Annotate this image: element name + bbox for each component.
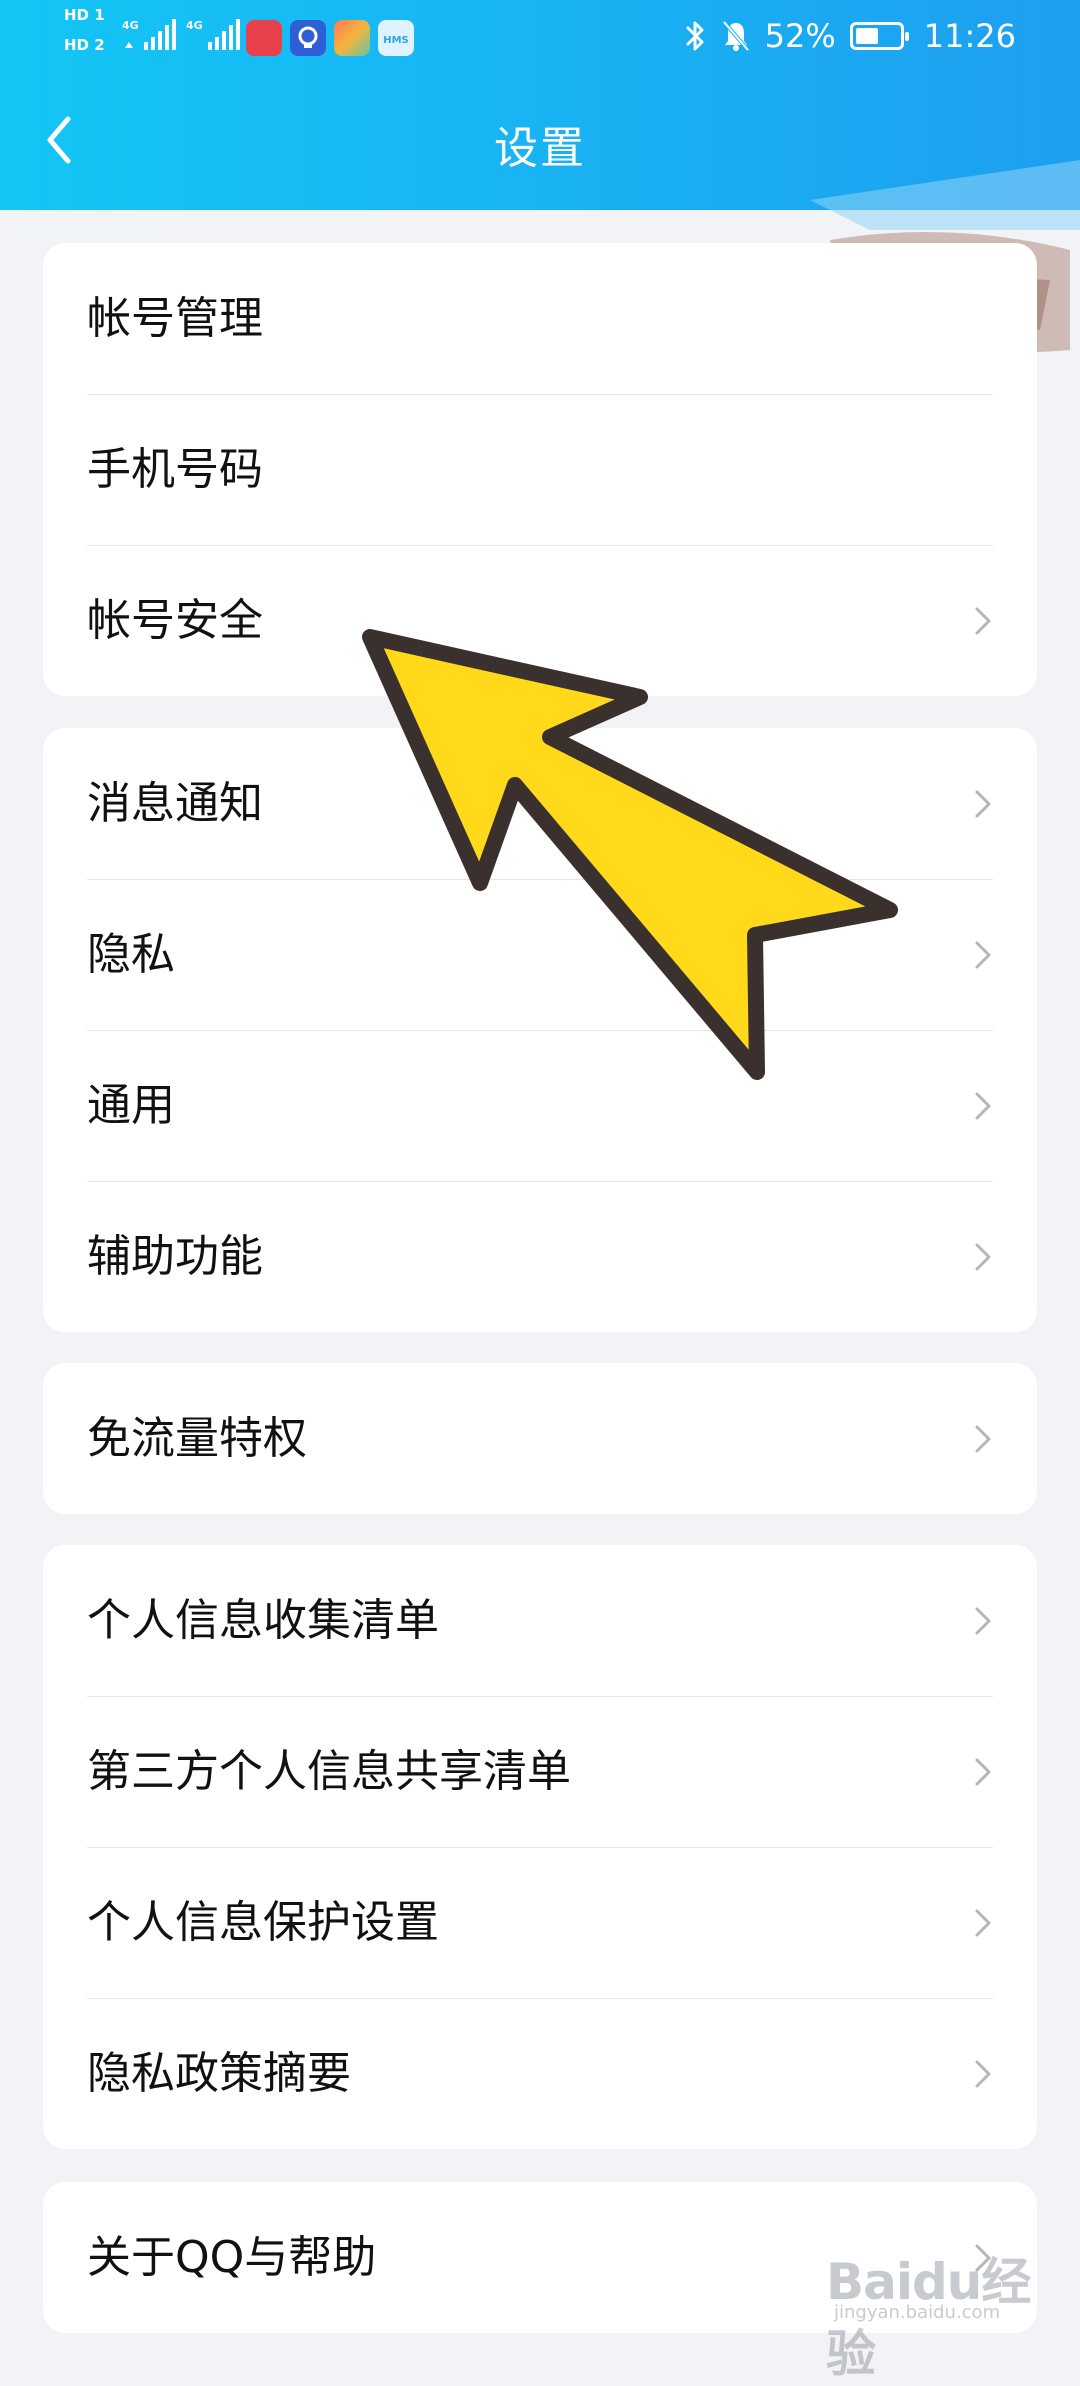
chevron-right-icon <box>975 1607 991 1635</box>
settings-item-label: 隐私 <box>87 929 175 980</box>
network2-label: 4G <box>186 19 203 32</box>
sim1-label: HD 1 <box>64 6 105 24</box>
chevron-right-icon <box>975 2244 991 2272</box>
settings-item-label: 通用 <box>87 1080 175 1131</box>
settings-group-personal-info: 个人信息收集清单 第三方个人信息共享清单 个人信息保护设置 隐私政策摘要 <box>43 1545 1037 2149</box>
hms-app-icon: HMS <box>378 20 414 56</box>
header-bar: HD 1 HD 2 4G 4G HMS 52% 11:26 设置 <box>0 0 1080 210</box>
hms-app-label: HMS <box>383 35 409 46</box>
status-bar: HD 1 HD 2 4G 4G HMS 52% 11:26 <box>0 0 1080 72</box>
clock: 11:26 <box>923 17 1016 55</box>
settings-item-notifications[interactable]: 消息通知 <box>43 728 1037 879</box>
settings-item-about-qq-help[interactable]: 关于QQ与帮助 <box>43 2182 1037 2333</box>
settings-item-accessibility[interactable]: 辅助功能 <box>43 1181 1037 1332</box>
settings-group-general: 消息通知 隐私 通用 辅助功能 <box>43 728 1037 1332</box>
settings-item-general[interactable]: 通用 <box>43 1030 1037 1181</box>
chevron-right-icon <box>975 1243 991 1271</box>
bulb-app-icon <box>290 20 326 56</box>
settings-group-data: 免流量特权 <box>43 1363 1037 1514</box>
battery-icon <box>849 22 909 50</box>
battery-fill <box>855 28 878 44</box>
sim-indicators: HD 1 HD 2 <box>64 6 116 66</box>
settings-item-phone-number[interactable]: 手机号码 <box>43 394 1037 545</box>
settings-item-label: 辅助功能 <box>87 1231 263 1282</box>
chevron-right-icon <box>975 1092 991 1120</box>
chevron-right-icon <box>975 607 991 635</box>
settings-item-label: 手机号码 <box>87 444 263 495</box>
settings-item-label: 个人信息收集清单 <box>87 1595 439 1646</box>
settings-item-account-management[interactable]: 帐号管理 <box>43 243 1037 394</box>
status-right-group: 52% 11:26 <box>685 14 1016 58</box>
battery-percent: 52% <box>764 17 836 55</box>
settings-item-privacy-policy-summary[interactable]: 隐私政策摘要 <box>43 1998 1037 2149</box>
chevron-right-icon <box>975 1909 991 1937</box>
settings-item-free-data[interactable]: 免流量特权 <box>43 1363 1037 1514</box>
chevron-right-icon <box>975 790 991 818</box>
settings-item-label: 关于QQ与帮助 <box>87 2232 377 2283</box>
bluetooth-icon <box>686 21 704 51</box>
settings-item-label: 个人信息保护设置 <box>87 1897 439 1948</box>
page-title: 设置 <box>494 123 586 174</box>
network1-label: 4G <box>122 19 139 32</box>
sim2-label: HD 2 <box>64 36 105 54</box>
colorful-app-icon <box>334 20 370 56</box>
settings-group-account: 帐号管理 手机号码 帐号安全 <box>43 243 1037 696</box>
settings-item-label: 帐号管理 <box>87 293 263 344</box>
settings-group-about: 关于QQ与帮助 <box>43 2182 1037 2333</box>
chevron-right-icon <box>975 1425 991 1453</box>
chevron-right-icon <box>975 941 991 969</box>
settings-item-third-party-sharing-list[interactable]: 第三方个人信息共享清单 <box>43 1696 1037 1847</box>
settings-item-label: 免流量特权 <box>87 1413 307 1464</box>
signal-strength-icon: 4G <box>186 19 240 50</box>
settings-item-label: 帐号安全 <box>87 595 263 646</box>
settings-item-privacy[interactable]: 隐私 <box>43 879 1037 1030</box>
settings-item-info-protection[interactable]: 个人信息保护设置 <box>43 1847 1037 1998</box>
huawei-app-icon <box>246 20 282 56</box>
settings-item-label: 消息通知 <box>87 778 263 829</box>
settings-item-info-collection-list[interactable]: 个人信息收集清单 <box>43 1545 1037 1696</box>
settings-item-label: 第三方个人信息共享清单 <box>87 1746 571 1797</box>
chevron-right-icon <box>975 1758 991 1786</box>
signal-strength-icon: 4G <box>122 19 176 50</box>
settings-item-account-security[interactable]: 帐号安全 <box>43 545 1037 696</box>
chevron-right-icon <box>975 2060 991 2088</box>
muted-bell-icon <box>722 20 750 52</box>
settings-item-label: 隐私政策摘要 <box>87 2048 351 2099</box>
